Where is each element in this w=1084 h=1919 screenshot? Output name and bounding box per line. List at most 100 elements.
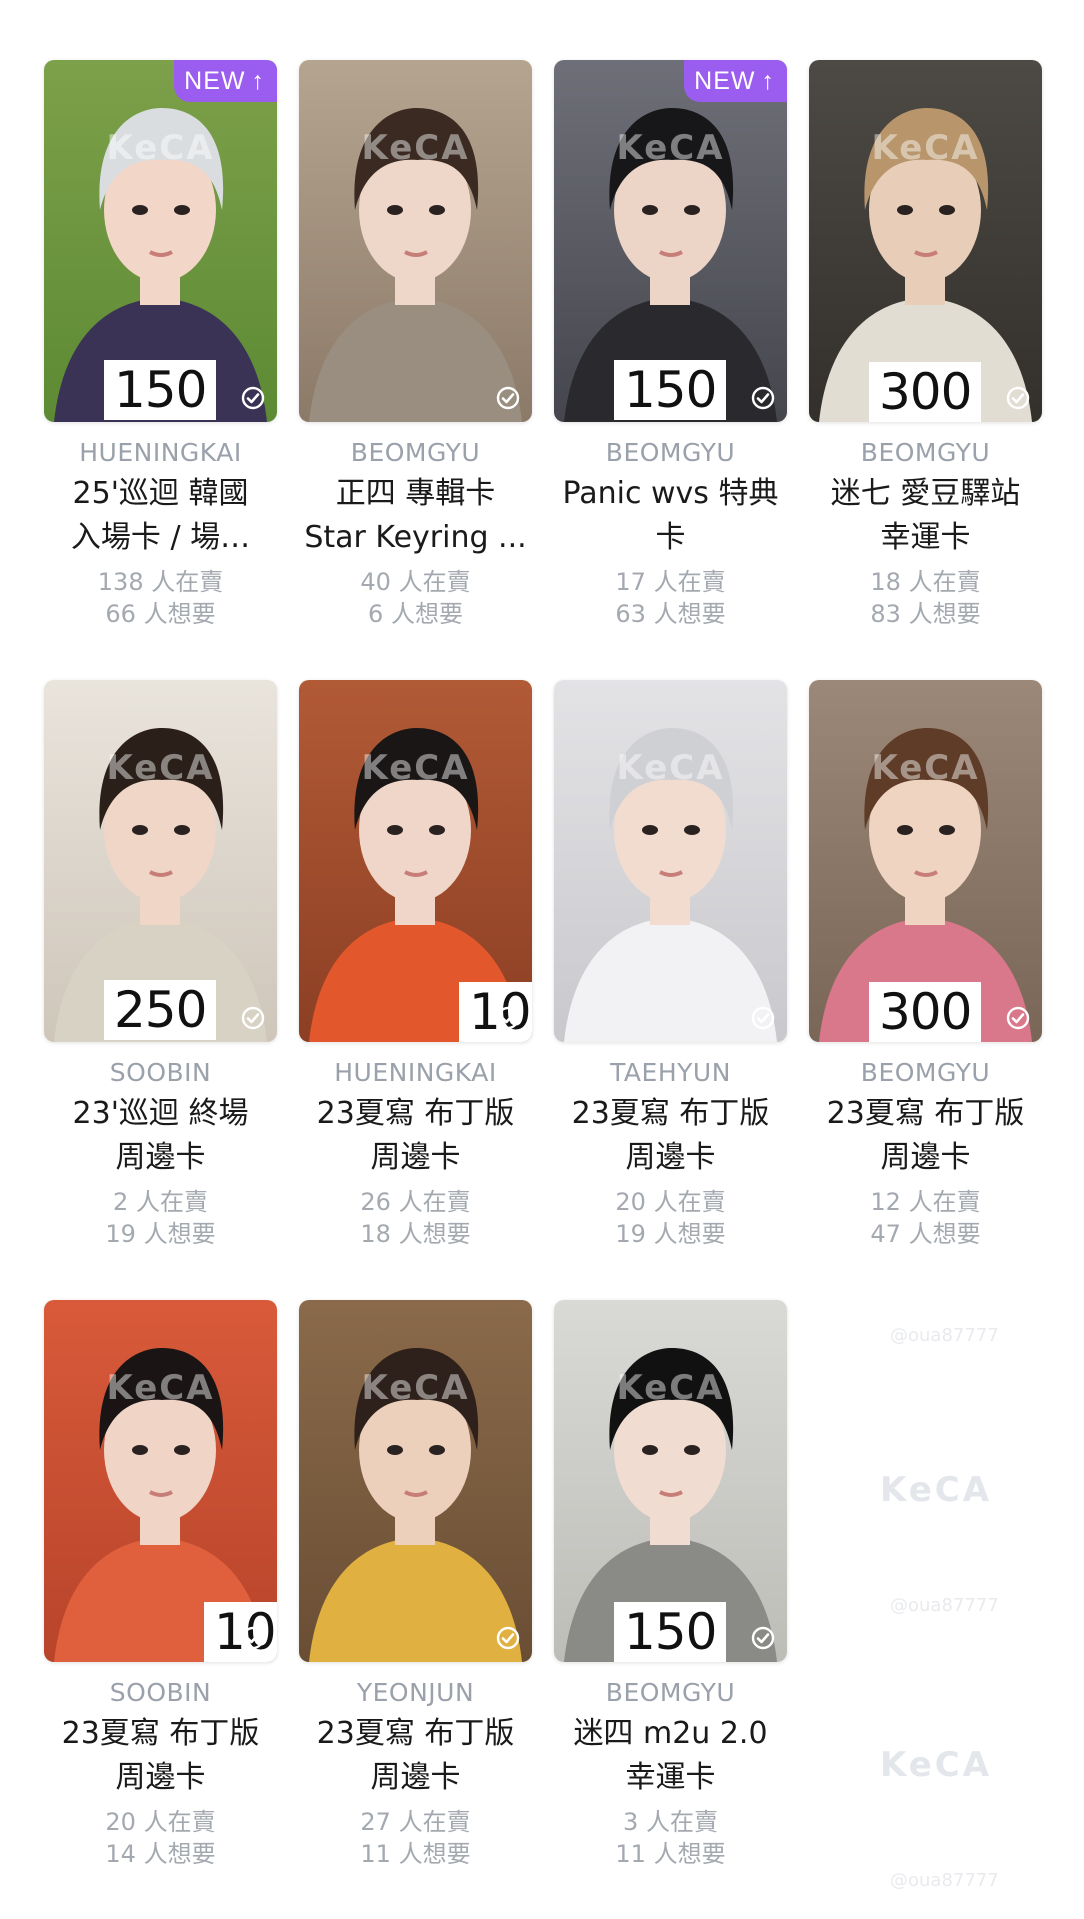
price-tag: 150 bbox=[614, 1602, 727, 1662]
artist-name: HUENINGKAI bbox=[334, 1058, 497, 1087]
photocard-image[interactable]: KeCA 300 bbox=[809, 680, 1042, 1042]
card-title-line-2: 卡 bbox=[655, 520, 686, 555]
wanters-count: 19 人想要 bbox=[105, 1220, 216, 1248]
sellers-count: 3 人在賣 bbox=[623, 1808, 718, 1836]
photocard-image[interactable]: KeCA bbox=[554, 680, 787, 1042]
card-title[interactable]: 23夏寫 布丁版 周邊卡 bbox=[799, 1092, 1052, 1180]
card-title[interactable]: 23夏寫 布丁版 周邊卡 bbox=[289, 1712, 542, 1800]
verified-check-icon bbox=[241, 1626, 265, 1650]
card-stats: 3 人在賣 11 人想要 bbox=[544, 1806, 797, 1870]
card-stats: 18 人在賣 83 人想要 bbox=[799, 566, 1052, 630]
card-title[interactable]: 23夏寫 布丁版 周邊卡 bbox=[34, 1712, 287, 1800]
sellers-count: 26 人在賣 bbox=[360, 1188, 471, 1216]
card-title-line-1: 迷四 m2u 2.0 bbox=[573, 1716, 768, 1751]
photocard-image[interactable]: KeCA NEW ↑ 150 bbox=[44, 60, 277, 422]
photocard-image[interactable]: KeCA 300 bbox=[809, 60, 1042, 422]
card-title-line-2: 周邊卡 bbox=[370, 1760, 461, 1795]
artist-name: BEOMGYU bbox=[605, 438, 736, 467]
card-stats: 40 人在賣 6 人想要 bbox=[289, 566, 542, 630]
card-stats: 20 人在賣 19 人想要 bbox=[544, 1186, 797, 1250]
card-title[interactable]: 迷七 愛豆驛站 幸運卡 bbox=[799, 472, 1052, 560]
photo-illustration bbox=[299, 60, 532, 422]
card-title[interactable]: 25'巡迴 韓國 入場卡 / 場… bbox=[34, 472, 287, 560]
card-title[interactable]: 23夏寫 布丁版 周邊卡 bbox=[289, 1092, 542, 1180]
price-tag: 300 bbox=[869, 362, 982, 422]
card-stats: 27 人在賣 11 人想要 bbox=[289, 1806, 542, 1870]
card-stats: 17 人在賣 63 人想要 bbox=[544, 566, 797, 630]
artist-name: BEOMGYU bbox=[605, 1678, 736, 1707]
card-title-line-1: 23夏寫 布丁版 bbox=[316, 1096, 515, 1131]
photocard-info: BEOMGYU 23夏寫 布丁版 周邊卡 12 人在賣 47 人想要 bbox=[799, 1056, 1052, 1250]
card-title-line-1: 23夏寫 布丁版 bbox=[826, 1096, 1025, 1131]
card-title-line-1: 23夏寫 布丁版 bbox=[316, 1716, 515, 1751]
photocard-info: HUENINGKAI 25'巡迴 韓國 入場卡 / 場… 138 人在賣 66 … bbox=[34, 436, 287, 630]
photocard-image[interactable]: KeCA 150 bbox=[554, 1300, 787, 1662]
photocard-grid: KeCA KeCA @oua87777 @oua87777 @oua87777 … bbox=[0, 0, 1084, 1919]
photocard-info: BEOMGYU 正四 專輯卡 Star Keyring ... 40 人在賣 6… bbox=[289, 436, 542, 630]
card-title[interactable]: 迷四 m2u 2.0 幸運卡 bbox=[544, 1712, 797, 1800]
photocard-image[interactable]: KeCA 100/1 bbox=[299, 680, 532, 1042]
card-title-line-1: 23夏寫 布丁版 bbox=[571, 1096, 770, 1131]
card-stats: 2 人在賣 19 人想要 bbox=[34, 1186, 287, 1250]
card-title-line-1: 25'巡迴 韓國 bbox=[72, 476, 249, 511]
artist-name: BEOMGYU bbox=[350, 438, 481, 467]
photocard-image[interactable]: KeCA 250 bbox=[44, 680, 277, 1042]
card-title[interactable]: 23夏寫 布丁版 周邊卡 bbox=[544, 1092, 797, 1180]
card-title-line-2: Star Keyring ... bbox=[304, 520, 527, 555]
photocard-image[interactable]: KeCA 100/1 bbox=[44, 1300, 277, 1662]
wanters-count: 14 人想要 bbox=[105, 1840, 216, 1868]
card-stats: 138 人在賣 66 人想要 bbox=[34, 566, 287, 630]
verified-check-icon bbox=[241, 386, 265, 410]
artist-name: HUENINGKAI bbox=[79, 438, 242, 467]
card-title-line-2: 周邊卡 bbox=[115, 1140, 206, 1175]
photocard-info: SOOBIN 23夏寫 布丁版 周邊卡 20 人在賣 14 人想要 bbox=[34, 1676, 287, 1870]
photocard-info: HUENINGKAI 23夏寫 布丁版 周邊卡 26 人在賣 18 人想要 bbox=[289, 1056, 542, 1250]
verified-check-icon bbox=[1006, 1006, 1030, 1030]
card-title[interactable]: 正四 專輯卡 Star Keyring ... bbox=[289, 472, 542, 560]
artist-name: BEOMGYU bbox=[860, 1058, 991, 1087]
wanters-count: 66 人想要 bbox=[105, 600, 216, 628]
wanters-count: 83 人想要 bbox=[870, 600, 981, 628]
photocard-info: BEOMGYU Panic wvs 特典 卡 17 人在賣 63 人想要 bbox=[544, 436, 797, 630]
card-title-line-1: 23'巡迴 終場 bbox=[72, 1096, 249, 1131]
verified-check-icon bbox=[496, 1626, 520, 1650]
new-badge-label: NEW bbox=[184, 67, 246, 95]
sellers-count: 20 人在賣 bbox=[105, 1808, 216, 1836]
sellers-count: 138 人在賣 bbox=[97, 568, 224, 596]
price-tag: 250 bbox=[104, 980, 217, 1040]
card-stats: 12 人在賣 47 人想要 bbox=[799, 1186, 1052, 1250]
verified-check-icon bbox=[1006, 386, 1030, 410]
wanters-count: 63 人想要 bbox=[615, 600, 726, 628]
wanters-count: 11 人想要 bbox=[360, 1840, 471, 1868]
photocard-info: BEOMGYU 迷四 m2u 2.0 幸運卡 3 人在賣 11 人想要 bbox=[544, 1676, 797, 1870]
wanters-count: 19 人想要 bbox=[615, 1220, 726, 1248]
card-title-line-2: 入場卡 / 場… bbox=[70, 520, 251, 555]
wanters-count: 11 人想要 bbox=[615, 1840, 726, 1868]
artist-name: TAEHYUN bbox=[610, 1058, 731, 1087]
photo-illustration bbox=[299, 1300, 532, 1662]
photocard-image[interactable]: KeCA bbox=[299, 1300, 532, 1662]
card-title[interactable]: 23'巡迴 終場 周邊卡 bbox=[34, 1092, 287, 1180]
background-handle: @oua87777 bbox=[890, 1595, 999, 1616]
sellers-count: 27 人在賣 bbox=[360, 1808, 471, 1836]
wanters-count: 6 人想要 bbox=[368, 600, 463, 628]
background-handle: @oua87777 bbox=[890, 1870, 999, 1891]
wanters-count: 18 人想要 bbox=[360, 1220, 471, 1248]
verified-check-icon bbox=[751, 386, 775, 410]
sellers-count: 40 人在賣 bbox=[360, 568, 471, 596]
photocard-image[interactable]: KeCA NEW ↑ 150 bbox=[554, 60, 787, 422]
price-tag: 150 bbox=[614, 360, 727, 420]
photo-illustration bbox=[554, 680, 787, 1042]
background-handle: @oua87777 bbox=[890, 1325, 999, 1346]
sellers-count: 12 人在賣 bbox=[870, 1188, 981, 1216]
card-title[interactable]: Panic wvs 特典 卡 bbox=[544, 472, 797, 560]
card-title-line-2: 幸運卡 bbox=[625, 1760, 716, 1795]
photocard-info: TAEHYUN 23夏寫 布丁版 周邊卡 20 人在賣 19 人想要 bbox=[544, 1056, 797, 1250]
price-tag: 300 bbox=[869, 982, 982, 1042]
verified-check-icon bbox=[496, 386, 520, 410]
card-title-line-2: 幸運卡 bbox=[880, 520, 971, 555]
photocard-image[interactable]: KeCA bbox=[299, 60, 532, 422]
card-title-line-2: 周邊卡 bbox=[115, 1760, 206, 1795]
card-title-line-1: 23夏寫 布丁版 bbox=[61, 1716, 260, 1751]
new-badge-label: NEW bbox=[694, 67, 756, 95]
